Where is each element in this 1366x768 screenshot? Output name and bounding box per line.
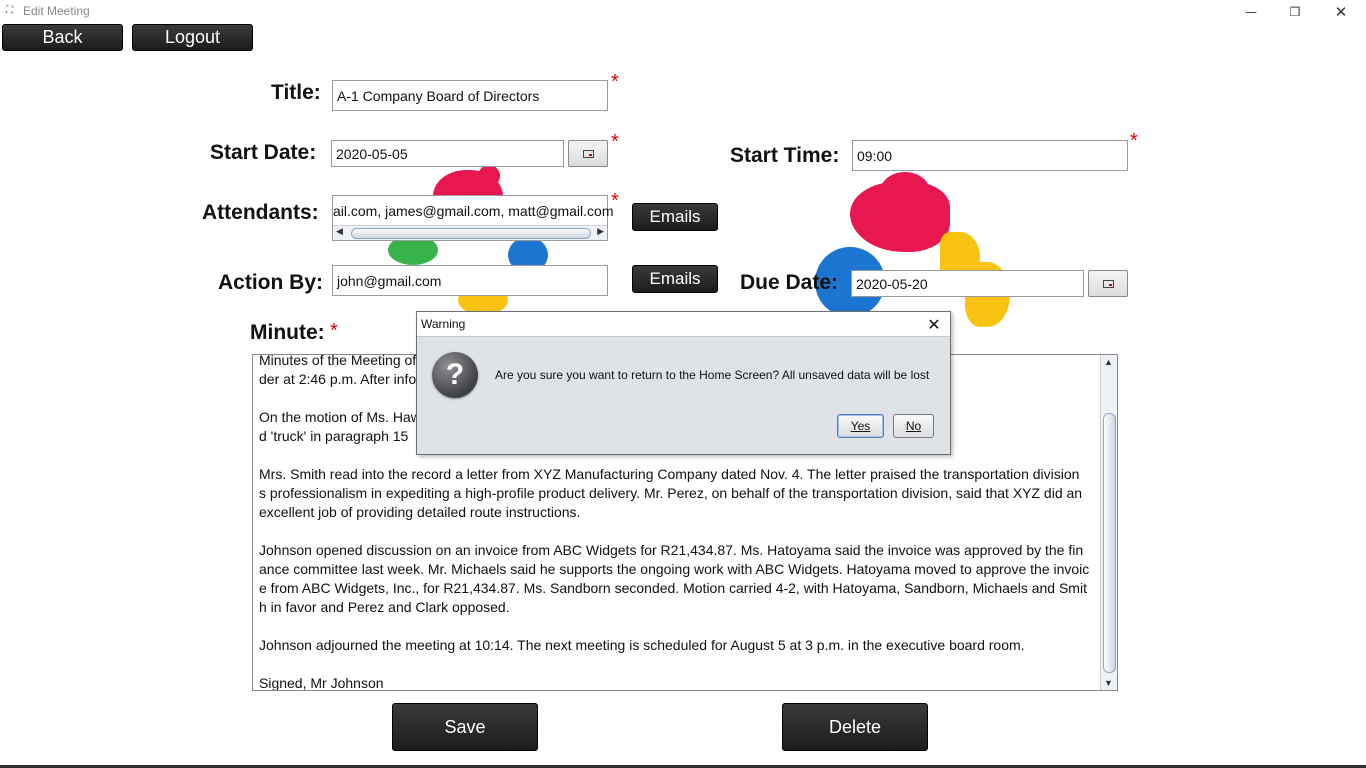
app-icon: ⛶ [6, 5, 13, 16]
action-by-label: Action By: [218, 271, 323, 294]
minutes-line: h in favor and Perez and Clark opposed. [259, 599, 510, 615]
start-time-input[interactable]: 09:00 [852, 140, 1128, 171]
window-title: Edit Meeting [23, 4, 90, 18]
minutes-line: Mrs. Smith read into the record a letter… [259, 466, 1080, 482]
minute-label: Minute: [250, 321, 325, 344]
calendar-icon [1102, 279, 1114, 288]
dialog-close-button[interactable]: ✕ [918, 312, 950, 336]
scroll-thumb[interactable] [351, 228, 591, 239]
save-button[interactable]: Save [392, 703, 538, 751]
minutes-line: excellent job of providing detailed rout… [259, 504, 581, 520]
logout-button[interactable]: Logout [132, 24, 253, 51]
no-label: No [905, 419, 922, 433]
minimize-icon: — [1245, 5, 1257, 19]
scroll-down-icon[interactable]: ▼ [1104, 678, 1113, 688]
due-date-input[interactable]: 2020-05-20 [851, 270, 1084, 297]
start-time-label: Start Time: [730, 144, 840, 167]
close-icon: ✕ [927, 314, 941, 334]
yes-button[interactable]: Yes [837, 414, 884, 438]
minutes-line: s professionalism in expediting a high-p… [259, 485, 1083, 501]
title-label: Title: [271, 81, 321, 104]
minutes-line: e from ABC Widgets, Inc., for R21,434.87… [259, 580, 1087, 596]
restore-button[interactable]: ❐ [1272, 0, 1318, 24]
close-window-button[interactable]: ✕ [1318, 0, 1364, 24]
scroll-left-icon[interactable]: ◀ [336, 226, 343, 237]
start-date-input[interactable]: 2020-05-05 [331, 140, 564, 167]
attendants-emails-button[interactable]: Emails [632, 203, 718, 231]
start-date-picker-button[interactable] [568, 140, 608, 167]
logo-right [815, 172, 1015, 332]
attendants-field[interactable]: ail.com, james@gmail.com, matt@gmail.com… [332, 195, 614, 241]
attendants-label: Attendants: [202, 201, 319, 224]
delete-button[interactable]: Delete [782, 703, 928, 751]
no-button[interactable]: No [893, 414, 934, 438]
required-mark: * [330, 320, 338, 342]
required-mark: * [611, 71, 619, 93]
scroll-thumb[interactable] [1103, 413, 1116, 673]
calendar-icon [582, 149, 594, 158]
warning-dialog: Warning ✕ ? Are you sure you want to ret… [416, 311, 951, 455]
required-mark: * [611, 131, 619, 153]
dialog-message: Are you sure you want to return to the H… [495, 368, 930, 382]
attendants-input[interactable]: ail.com, james@gmail.com, matt@gmail.com [333, 203, 614, 219]
minutes-line: Johnson adjourned the meeting at 10:14. … [259, 637, 1025, 653]
dialog-titlebar: Warning ✕ [417, 312, 950, 337]
minutes-line: Johnson opened discussion on an invoice … [259, 542, 1084, 558]
close-icon: ✕ [1334, 3, 1348, 21]
restore-icon: ❐ [1289, 5, 1301, 19]
required-mark: * [611, 190, 619, 212]
yes-label: Yes [850, 419, 871, 433]
due-date-picker-button[interactable] [1088, 270, 1128, 297]
question-icon: ? [432, 352, 478, 398]
attendants-scrollbar[interactable]: ◀ ▶ [333, 225, 607, 240]
minutes-line: ance committee last week. Mr. Michaels s… [259, 561, 1090, 577]
title-input[interactable]: A-1 Company Board of Directors [332, 80, 608, 111]
minutes-line: Signed, Mr Johnson [259, 675, 384, 691]
scroll-right-icon[interactable]: ▶ [597, 226, 604, 237]
minutes-scrollbar[interactable]: ▲ ▼ [1100, 355, 1117, 690]
action-by-emails-button[interactable]: Emails [632, 265, 718, 293]
back-button[interactable]: Back [2, 24, 123, 51]
required-mark: * [1130, 130, 1138, 152]
due-date-label: Due Date: [740, 271, 839, 294]
action-by-input[interactable]: john@gmail.com [332, 265, 608, 296]
start-date-label: Start Date: [210, 141, 317, 164]
dialog-title: Warning [421, 317, 466, 331]
minimize-button[interactable]: — [1228, 0, 1274, 24]
window-titlebar: ⛶ Edit Meeting — ❐ ✕ [0, 0, 1366, 24]
scroll-up-icon[interactable]: ▲ [1104, 357, 1113, 367]
